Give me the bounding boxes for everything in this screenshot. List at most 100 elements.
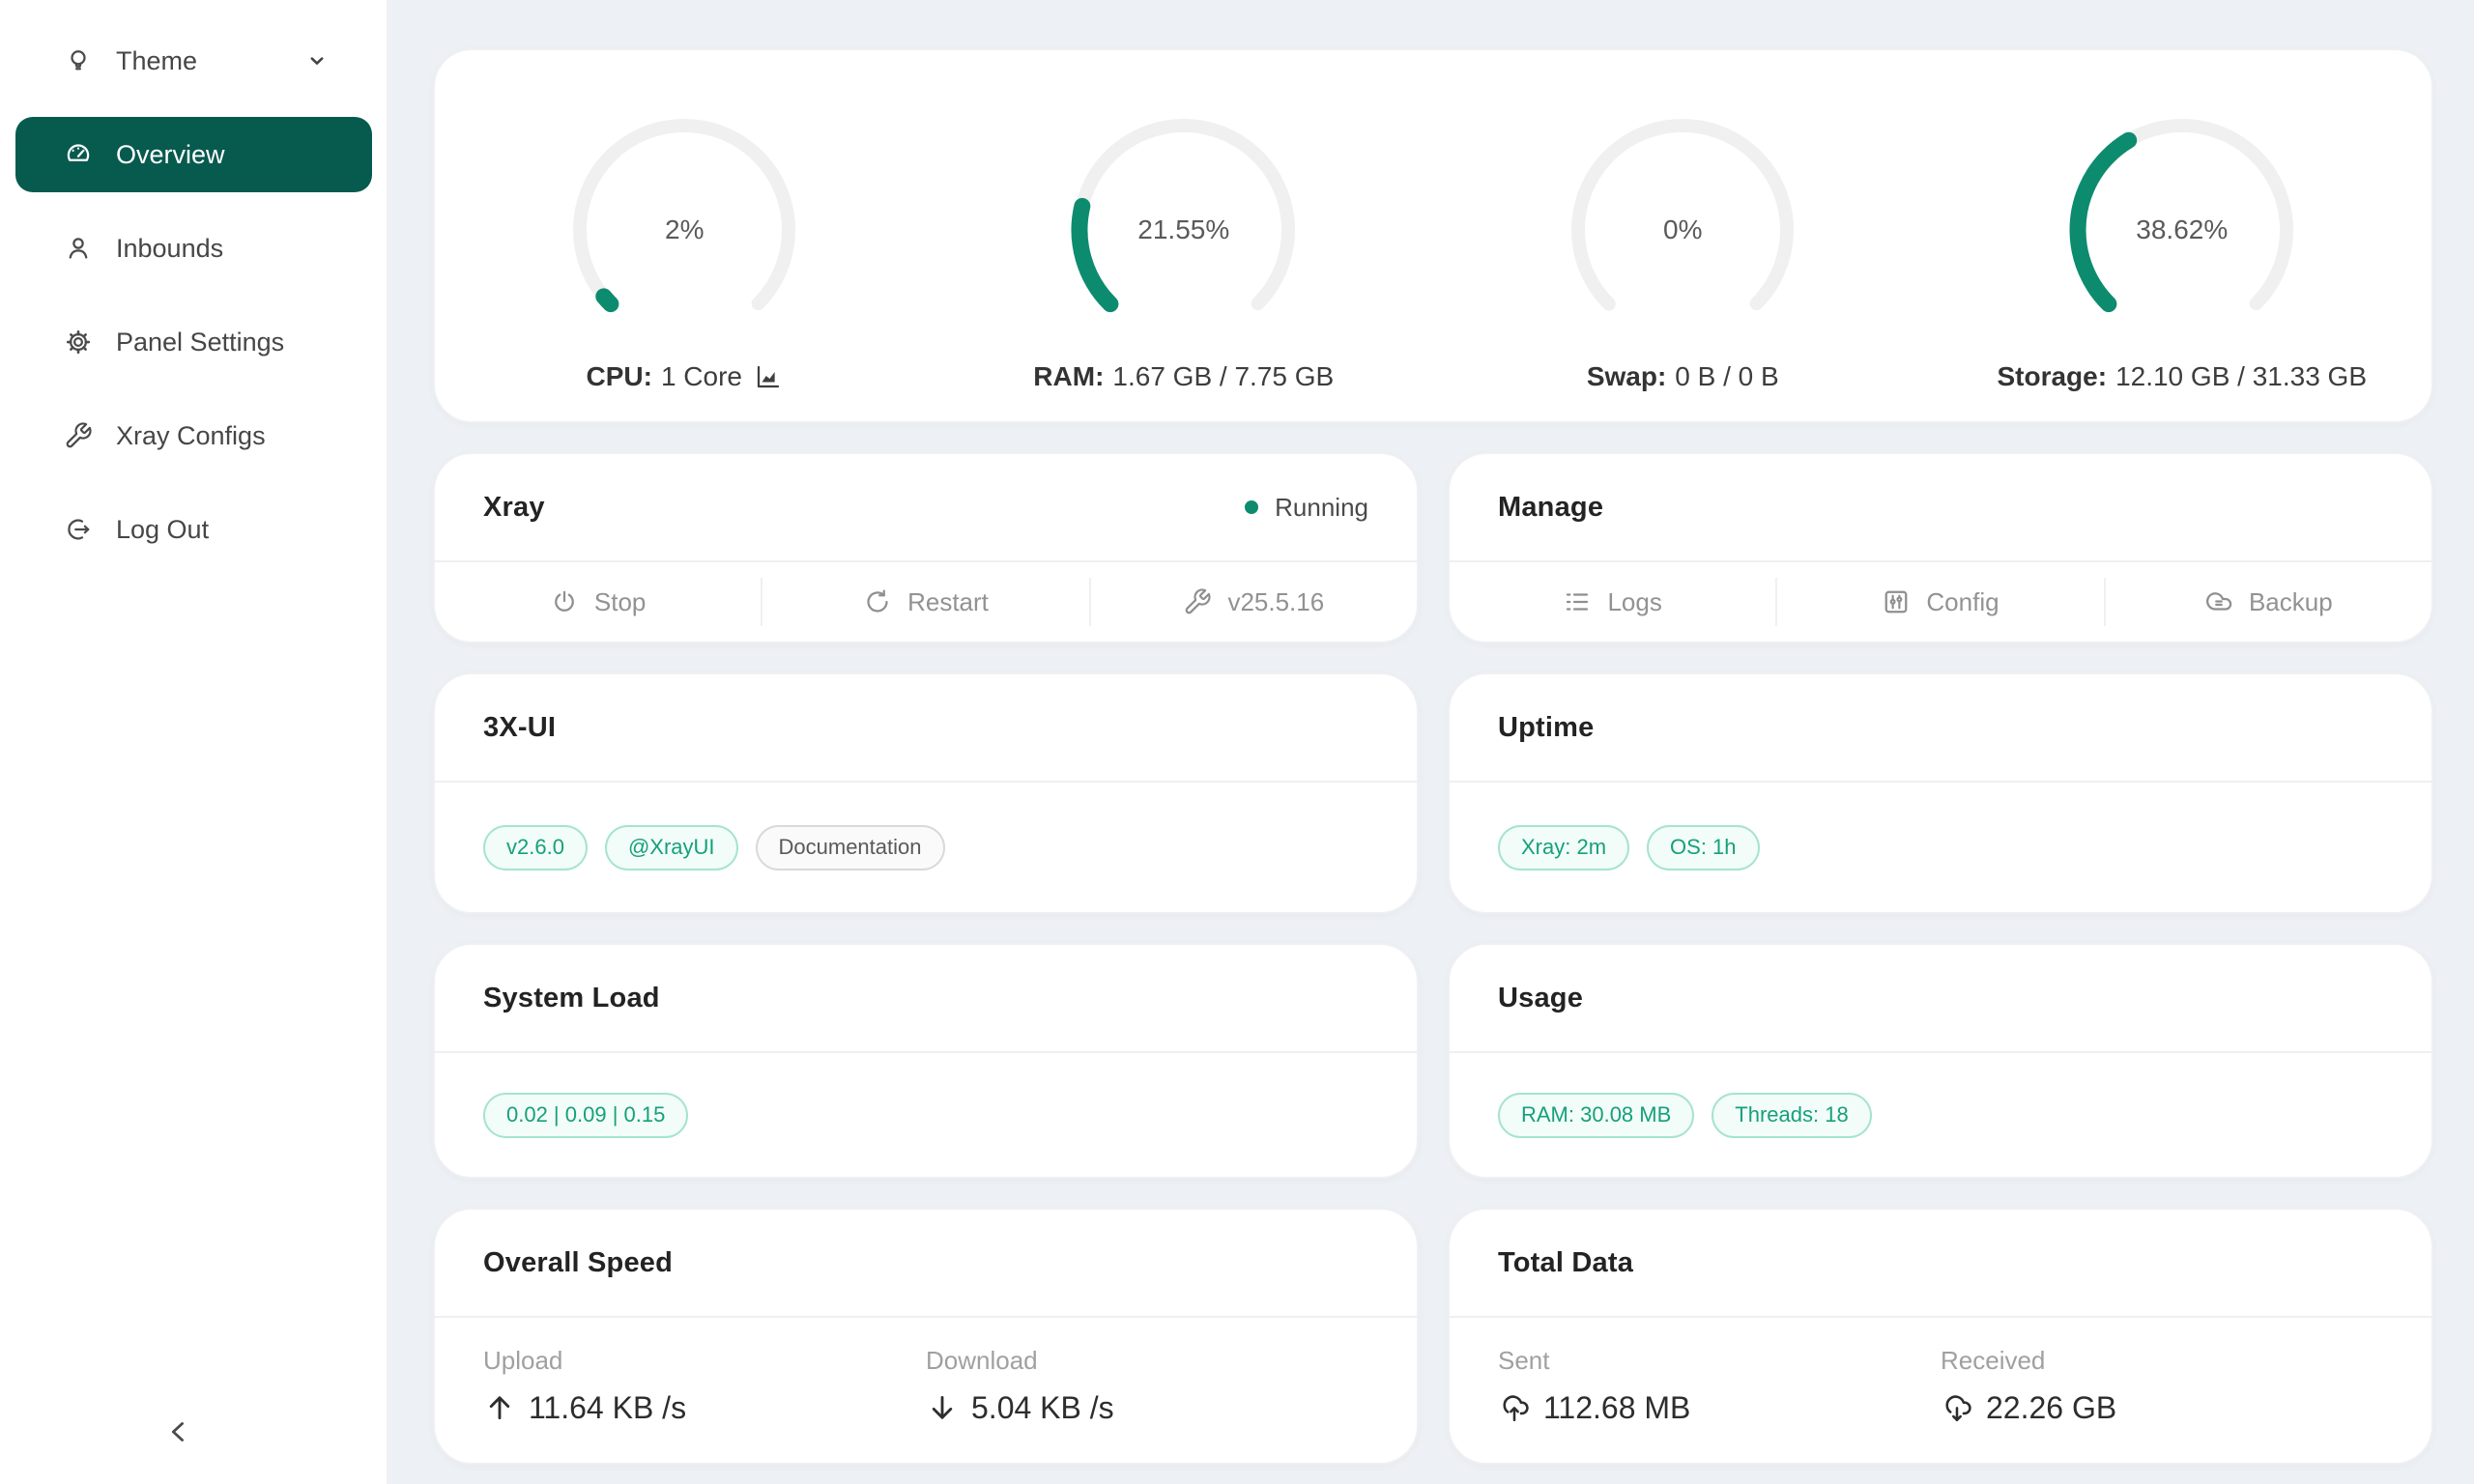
sidebar-item-label: Inbounds [116,234,330,264]
uptime-card: Uptime Xray: 2m OS: 1h [1448,672,2433,914]
swap-gauge: 0% [1567,114,1798,346]
sidebar-item-theme[interactable]: Theme [15,23,372,99]
sidebar-item-label: Theme [116,46,281,76]
arrow-down-icon [926,1391,959,1424]
app-root: Theme Overview [0,0,2474,1484]
action-label: Restart [907,587,989,617]
uptime-badges: Xray: 2m OS: 1h [1450,783,2431,912]
sidebar-item-log-out[interactable]: Log Out [15,492,372,567]
usage-card: Usage RAM: 30.08 MB Threads: 18 [1448,943,2433,1179]
action-label: Config [1926,587,1999,617]
documentation-badge[interactable]: Documentation [756,825,945,870]
xray-card: Xray Running Stop [433,452,1419,643]
overall-speed-card-title: Overall Speed [483,1247,673,1279]
cpu-label-value: 1 Core [661,361,742,392]
xui-card: 3X-UI v2.6.0 @XrayUI Documentation [433,672,1419,914]
swap-label-prefix: Swap: [1587,361,1666,392]
received-value: 22.26 GB [1941,1390,2383,1426]
row-load-usage: System Load 0.02 | 0.09 | 0.15 Usage RAM… [433,943,2433,1179]
restart-xray-button[interactable]: Restart [762,562,1088,642]
storage-label-prefix: Storage: [1997,361,2107,392]
received-data-text: 22.26 GB [1986,1390,2116,1426]
upload-speed-text: 11.64 KB /s [529,1390,686,1426]
download-speed-text: 5.04 KB /s [971,1390,1114,1426]
sidebar-item-inbounds[interactable]: Inbounds [15,211,372,286]
sidebar-item-xray-configs[interactable]: Xray Configs [15,398,372,473]
ram-label-prefix: RAM: [1033,361,1104,392]
chevron-left-icon [162,1415,195,1448]
usage-card-title: Usage [1498,983,1583,1014]
action-label: v25.5.16 [1227,587,1324,617]
backup-button[interactable]: Backup [2106,562,2431,642]
xray-version-button[interactable]: v25.5.16 [1091,562,1417,642]
arrow-up-icon [483,1391,516,1424]
sidebar-item-panel-settings[interactable]: Panel Settings [15,304,372,380]
xui-badges: v2.6.0 @XrayUI Documentation [435,783,1417,912]
logs-button[interactable]: Logs [1450,562,1775,642]
chevron-down-icon [304,48,330,73]
system-load-badges: 0.02 | 0.09 | 0.15 [435,1053,1417,1177]
sent-stat: Sent 112.68 MB [1498,1322,1941,1449]
sidebar: Theme Overview [0,0,387,1484]
xui-card-title: 3X-UI [483,712,556,744]
swap-label: Swap: 0 B / 0 B [1587,361,1779,392]
cpu-label-prefix: CPU: [587,361,652,392]
xray-uptime-badge: Xray: 2m [1498,825,1629,870]
sidebar-item-label: Overview [116,140,330,170]
ram-usage-badge: RAM: 30.08 MB [1498,1093,1694,1138]
storage-gauge: 38.62% [2066,114,2298,346]
swap-percent: 0% [1567,114,1798,346]
sidebar-menu: Theme Overview [0,23,387,567]
list-icon [1563,587,1592,616]
swap-label-value: 0 B / 0 B [1675,361,1778,392]
config-button[interactable]: Config [1777,562,2103,642]
download-label: Download [926,1346,1368,1376]
upload-stat: Upload 11.64 KB /s [483,1322,926,1449]
manage-card: Manage Logs [1448,452,2433,643]
stop-xray-button[interactable]: Stop [435,562,761,642]
bulb-icon [64,46,93,75]
system-load-card: System Load 0.02 | 0.09 | 0.15 [433,943,1419,1179]
sliders-icon [1882,587,1911,616]
sidebar-item-label: Panel Settings [116,328,330,357]
ram-gauge: 21.55% [1068,114,1300,346]
telegram-badge[interactable]: @XrayUI [605,825,738,870]
wrench-icon [1183,587,1212,616]
sent-data-text: 112.68 MB [1543,1390,1690,1426]
sidebar-collapse-button[interactable] [162,1401,224,1463]
sent-value: 112.68 MB [1498,1390,1941,1426]
threads-badge: Threads: 18 [1712,1093,1871,1138]
storage-percent: 38.62% [2066,114,2298,346]
cpu-percent: 2% [568,114,800,346]
sidebar-item-label: Xray Configs [116,421,330,451]
ram-percent: 21.55% [1068,114,1300,346]
total-data-stats: Sent 112.68 MB Received [1450,1318,2431,1463]
download-value: 5.04 KB /s [926,1390,1368,1426]
xray-status: Running [1245,493,1368,523]
xray-card-title: Xray [483,492,545,524]
gauge-cpu: 2% CPU: 1 Core [435,114,935,392]
sidebar-item-label: Log Out [116,515,330,545]
user-icon [64,234,93,263]
cpu-history-button[interactable] [754,362,783,391]
dashboard-icon [64,140,93,169]
cpu-label: CPU: 1 Core [587,361,784,392]
manage-actions: Logs Config [1450,562,2431,642]
overall-speed-stats: Upload 11.64 KB /s Download [435,1318,1417,1463]
sent-label: Sent [1498,1346,1941,1376]
status-dot [1245,500,1258,514]
area-chart-icon [754,362,783,391]
usage-badges: RAM: 30.08 MB Threads: 18 [1450,1053,2431,1177]
gear-icon [64,328,93,357]
version-badge[interactable]: v2.6.0 [483,825,588,870]
logout-icon [64,515,93,544]
wrench-icon [64,421,93,450]
cloud-download-icon [1941,1391,1973,1424]
xray-status-label: Running [1275,493,1368,523]
cloud-upload-icon [1498,1391,1531,1424]
manage-card-title: Manage [1498,492,1603,524]
gauge-swap: 0% Swap: 0 B / 0 B [1433,114,1933,392]
ram-label: RAM: 1.67 GB / 7.75 GB [1033,361,1334,392]
sidebar-item-overview[interactable]: Overview [15,117,372,192]
gauge-storage: 38.62% Storage: 12.10 GB / 31.33 GB [1933,114,2432,392]
